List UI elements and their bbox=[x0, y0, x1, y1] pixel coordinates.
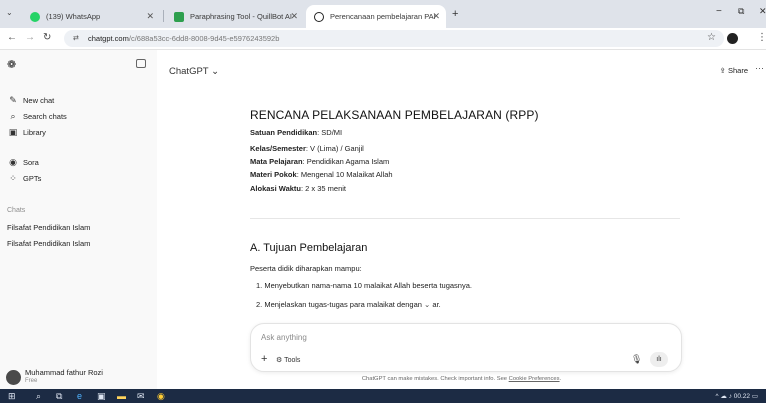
library-icon: ▣ bbox=[8, 127, 18, 137]
browser-tab-strip: ⌄ (139) WhatsApp ✕ Paraphrasing Tool - Q… bbox=[0, 0, 766, 28]
divider bbox=[250, 218, 680, 219]
tools-button[interactable]: ⚙ Tools bbox=[276, 356, 300, 364]
document-title: RENCANA PELAKSANAAN PEMBELAJARAN (RPP) bbox=[250, 108, 539, 122]
scroll-down-icon: ⌄ bbox=[424, 300, 431, 309]
sidebar: ❁ ✎ New chat ⌕ Search chats ▣ Library ◉ Sora… bbox=[0, 50, 157, 389]
windows-taskbar: ⊞ ⌕ ⧉ e ▣ ▬ ✉ ◉ ^ ☁ ♪ 00.22 ▭ bbox=[0, 389, 766, 403]
back-icon[interactable]: ← bbox=[7, 32, 17, 43]
close-window-button[interactable]: ✕ bbox=[759, 6, 766, 17]
chatgpt-logo-icon[interactable]: ❁ bbox=[7, 58, 16, 71]
address-bar-row: ← → ↻ ⇄ chatgpt.com/c/688a53cc-6dd8-8008… bbox=[0, 28, 766, 50]
meta-line: Materi Pokok: Mengenal 10 Malaikat Allah bbox=[250, 170, 393, 179]
site-info-icon[interactable]: ⇄ bbox=[73, 30, 79, 47]
tab-quillbot[interactable]: Paraphrasing Tool - QuillBot AI ✕ bbox=[166, 5, 304, 28]
forward-icon[interactable]: → bbox=[25, 32, 35, 43]
url-field[interactable]: ⇄ chatgpt.com/c/688a53cc-6dd8-8008-9d45-… bbox=[64, 30, 724, 47]
sidebar-item-sora[interactable]: ◉ Sora bbox=[7, 157, 39, 168]
whatsapp-icon bbox=[30, 11, 40, 22]
bookmark-star-icon[interactable]: ☆ bbox=[707, 32, 716, 43]
chat-history-item[interactable]: Filsafat Pendidikan Islam bbox=[7, 239, 90, 248]
profile-avatar[interactable] bbox=[727, 33, 738, 44]
user-name[interactable]: Muhammad fathur Rozi bbox=[25, 368, 103, 377]
browser-menu-icon[interactable]: ⋮ bbox=[757, 32, 766, 43]
tab-whatsapp[interactable]: (139) WhatsApp ✕ bbox=[22, 5, 160, 28]
close-icon[interactable]: ✕ bbox=[290, 11, 298, 22]
section-intro: Peserta didik diharapkan mampu: bbox=[250, 264, 362, 273]
model-selector[interactable]: ChatGPT ⌄ bbox=[169, 66, 219, 77]
user-plan: Free bbox=[25, 378, 38, 384]
meta-line: Kelas/Semester: V (Lima) / Ganjil bbox=[250, 144, 364, 153]
maximize-button[interactable]: ⧉ bbox=[738, 6, 744, 17]
sidebar-toggle-icon[interactable] bbox=[136, 59, 146, 68]
store-icon[interactable]: ▣ bbox=[97, 391, 106, 402]
sidebar-item-search-chats[interactable]: ⌕ Search chats bbox=[7, 111, 66, 122]
list-item: 1. Menyebutkan nama-nama 10 malaikat All… bbox=[256, 281, 472, 290]
clock: 00.22 bbox=[733, 393, 751, 400]
edge-icon[interactable]: e bbox=[77, 391, 82, 401]
voice-mode-button[interactable]: ılı bbox=[650, 352, 668, 367]
tab-title: Paraphrasing Tool - QuillBot AI bbox=[190, 12, 293, 21]
message-input[interactable]: Ask anything bbox=[261, 333, 307, 342]
tab-search-icon[interactable]: ⌄ bbox=[6, 8, 13, 17]
sora-icon: ◉ bbox=[9, 157, 17, 167]
tools-icon: ⚙ bbox=[276, 357, 285, 364]
close-icon[interactable]: ✕ bbox=[146, 11, 154, 22]
chatgpt-icon bbox=[314, 11, 324, 22]
chat-history-item[interactable]: Filsafat Pendidikan Islam bbox=[7, 223, 90, 232]
reload-icon[interactable]: ↻ bbox=[43, 32, 51, 43]
microphone-icon[interactable]: 🎙 bbox=[631, 354, 642, 365]
more-options-button[interactable]: ··· bbox=[755, 63, 764, 73]
file-explorer-icon[interactable]: ▬ bbox=[117, 391, 126, 401]
add-attachment-icon[interactable]: + bbox=[261, 353, 267, 365]
chrome-icon[interactable]: ◉ bbox=[157, 391, 165, 402]
sidebar-item-gpts[interactable]: ⁘ GPTs bbox=[7, 173, 41, 184]
tab-chatgpt[interactable]: Perencanaan pembelajaran PAI ✕ bbox=[306, 5, 446, 28]
share-icon: ⇪ bbox=[719, 66, 728, 75]
tab-title: (139) WhatsApp bbox=[46, 12, 101, 21]
quillbot-icon bbox=[174, 11, 184, 22]
composer[interactable]: Ask anything + ⚙ Tools 🎙 ılı bbox=[250, 323, 682, 372]
sidebar-item-new-chat[interactable]: ✎ New chat bbox=[7, 95, 54, 106]
tab-title: Perencanaan pembelajaran PAI bbox=[330, 12, 436, 21]
list-item: 2. Menjelaskan tugas-tugas para malaikat… bbox=[256, 300, 441, 309]
meta-line: Mata Pelajaran: Pendidikan Agama Islam bbox=[250, 157, 390, 166]
meta-line: Satuan Pendidikan: SD/MI bbox=[250, 128, 343, 137]
avatar[interactable] bbox=[6, 370, 21, 385]
url-domain: chatgpt.com bbox=[88, 34, 129, 43]
url-path: /c/688a53cc-6dd8-8008-9d45-e5976243592b bbox=[128, 34, 280, 43]
minimize-button[interactable]: − bbox=[716, 6, 722, 17]
gpts-icon: ⁘ bbox=[9, 173, 17, 183]
disclaimer: ChatGPT can make mistakes. Check importa… bbox=[361, 376, 562, 382]
new-chat-icon: ✎ bbox=[9, 95, 17, 105]
sidebar-item-library[interactable]: ▣ Library bbox=[7, 127, 46, 138]
tab-divider bbox=[163, 10, 164, 22]
meta-line: Alokasi Waktu: 2 x 35 menit bbox=[250, 184, 347, 193]
mail-icon[interactable]: ✉ bbox=[137, 391, 145, 402]
cookie-preferences-link[interactable]: Cookie Preferences bbox=[509, 376, 560, 382]
taskbar-search-icon[interactable]: ⌕ bbox=[36, 391, 41, 402]
share-button[interactable]: ⇪ Share bbox=[720, 66, 748, 75]
chats-section-label: Chats bbox=[7, 207, 26, 214]
close-icon[interactable]: ✕ bbox=[432, 11, 440, 22]
new-tab-button[interactable]: + bbox=[452, 8, 458, 20]
section-heading: A. Tujuan Pembelajaran bbox=[250, 242, 368, 254]
windows-start-icon[interactable]: ⊞ bbox=[8, 391, 16, 402]
system-tray[interactable]: ^ ☁ ♪ 00.22 ▭ bbox=[716, 392, 758, 400]
task-view-icon[interactable]: ⧉ bbox=[56, 391, 62, 402]
chat-main: ChatGPT ⌄ ⇪ Share ··· RENCANA PELAKSANAA… bbox=[157, 50, 766, 389]
search-icon: ⌕ bbox=[10, 111, 16, 121]
